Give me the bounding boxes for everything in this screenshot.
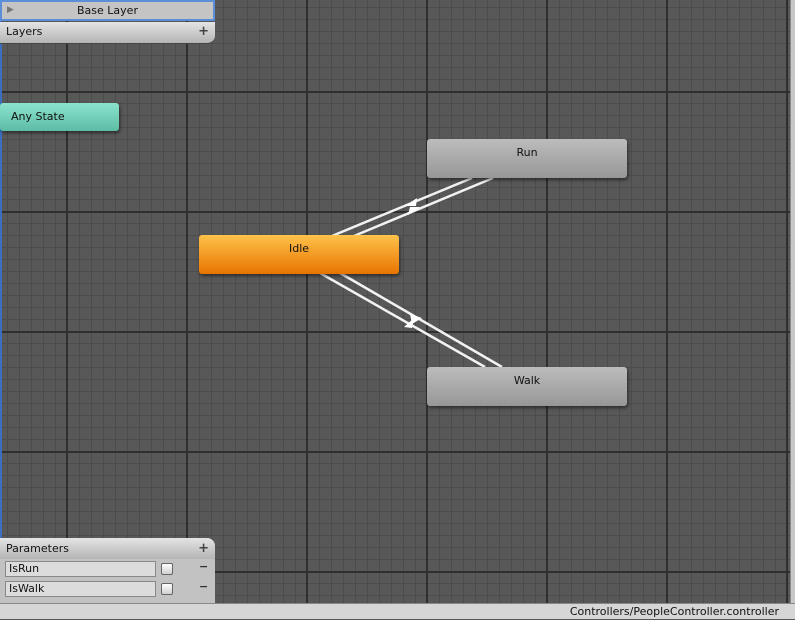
parameter-name-field[interactable]: IsRun (5, 561, 156, 577)
transitions (319, 176, 503, 369)
transition-walk-to-idle[interactable] (339, 271, 503, 369)
state-any-state[interactable]: Any State (0, 103, 119, 131)
state-label: Any State (11, 110, 65, 123)
layer-name: Base Layer (77, 4, 138, 17)
minus-icon[interactable]: − (199, 560, 208, 573)
layers-title: Layers (6, 25, 43, 38)
plus-icon[interactable]: + (198, 22, 209, 42)
state-idle[interactable]: Idle (199, 235, 399, 274)
parameter-name-field[interactable]: IsWalk (5, 581, 156, 597)
plus-icon[interactable]: + (198, 538, 209, 559)
transition-idle-to-walk[interactable] (319, 271, 486, 369)
controller-path: Controllers/PeopleController.controller (569, 605, 779, 618)
transition-idle-to-run[interactable] (331, 176, 473, 238)
state-label: Run (516, 146, 538, 159)
state-label: Walk (513, 374, 541, 387)
parameters-title: Parameters (6, 542, 69, 555)
parameter-row: IsWalk − (0, 579, 215, 599)
parameter-row: IsRun − (0, 559, 215, 579)
parameter-bool-checkbox[interactable] (161, 563, 173, 575)
state-walk[interactable]: Walk (427, 367, 627, 406)
parameters-panel: Parameters + IsRun − IsWalk − (0, 538, 215, 603)
parameter-bool-checkbox[interactable] (161, 583, 173, 595)
expand-triangle-icon[interactable]: ▶ (7, 2, 14, 19)
layer-breadcrumb[interactable]: ▶ Base Layer (0, 0, 215, 21)
minus-icon[interactable]: − (199, 580, 208, 593)
transition-run-to-idle[interactable] (353, 176, 494, 238)
parameters-header: Parameters + (0, 538, 215, 559)
status-bar: Controllers/PeopleController.controller (0, 603, 795, 619)
state-label: Idle (288, 242, 310, 255)
layers-panel-header[interactable]: Layers + (0, 22, 215, 44)
state-run[interactable]: Run (427, 139, 627, 178)
